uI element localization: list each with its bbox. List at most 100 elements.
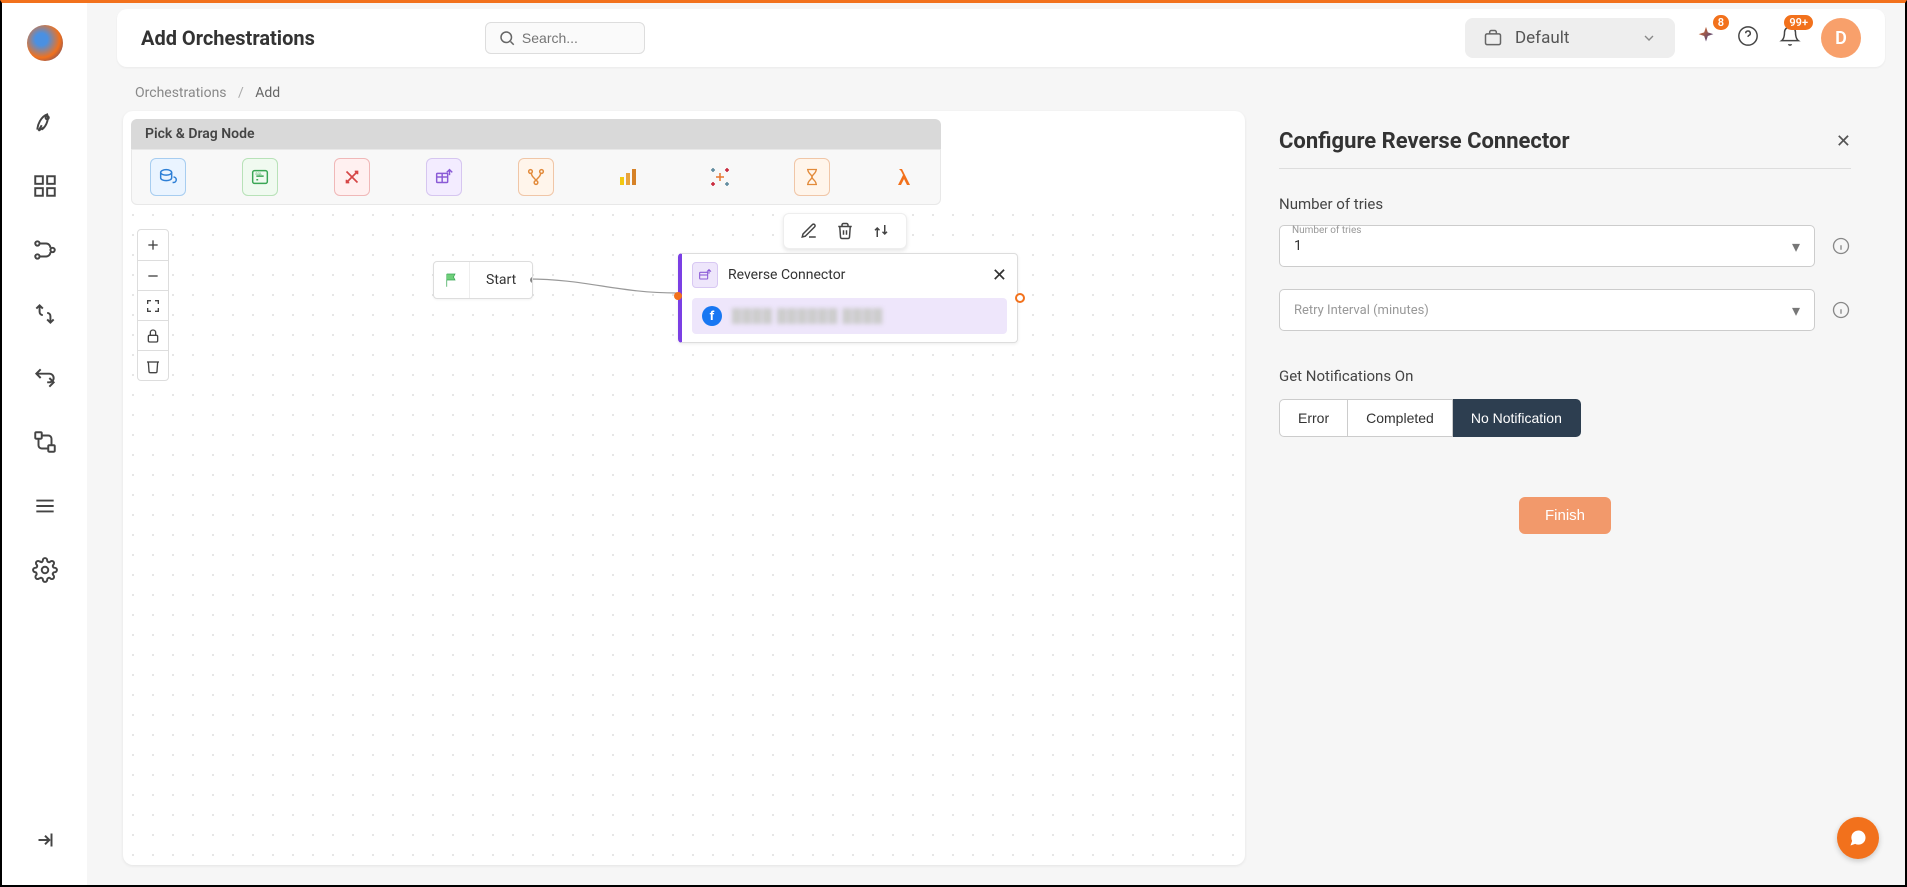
plus-icon: [145, 237, 161, 253]
briefcase-icon: [1483, 28, 1503, 48]
rocket-icon: [32, 109, 58, 135]
swap-icon[interactable]: [872, 222, 890, 240]
transform-icon: [32, 301, 58, 327]
palette-node-source[interactable]: [150, 158, 186, 196]
palette-node-tableau[interactable]: [702, 158, 738, 196]
facebook-icon: f: [702, 306, 722, 326]
minus-icon: [145, 268, 161, 284]
sidebar-collapse[interactable]: [32, 827, 58, 857]
delete-icon[interactable]: [836, 222, 854, 240]
fit-icon: [145, 298, 161, 314]
node-toolbar: [783, 213, 907, 249]
config-panel: Configure Reverse Connector ✕ Number of …: [1245, 111, 1885, 865]
notif-toggle-group: Error Completed No Notification: [1279, 399, 1851, 437]
start-node[interactable]: Start: [433, 261, 533, 299]
retry-interval-select[interactable]: Retry Interval (minutes) ▾: [1279, 289, 1815, 331]
sidebar-item-rocket[interactable]: [2, 109, 87, 135]
edge-start-to-rc: [527, 261, 683, 321]
retry-info-button[interactable]: [1831, 300, 1851, 320]
workspace-dropdown[interactable]: Default: [1465, 18, 1675, 58]
reverse-connector-target-label: ████ ██████ ████: [732, 308, 883, 324]
zoom-out-button[interactable]: [138, 260, 168, 290]
chevron-down-icon: ▾: [1792, 301, 1800, 320]
sidebar-item-flow[interactable]: [2, 429, 87, 455]
tries-value: 1: [1294, 238, 1302, 254]
sidebar: [2, 3, 87, 885]
lambda-icon: [892, 165, 916, 189]
breadcrumb-current: Add: [255, 85, 280, 101]
sidebar-item-dashboard[interactable]: [2, 173, 87, 199]
notif-badge: 99+: [1784, 15, 1813, 30]
flag-icon: [434, 262, 470, 298]
search-input-wrap[interactable]: [485, 22, 645, 54]
palette-node-wait[interactable]: [794, 158, 830, 196]
flow-icon: [32, 429, 58, 455]
app-logo[interactable]: [27, 25, 63, 61]
page-title: Add Orchestrations: [141, 26, 315, 50]
palette-node-sql[interactable]: SQL: [242, 158, 278, 196]
notifications-button[interactable]: 99+: [1779, 25, 1801, 51]
start-label: Start: [470, 272, 532, 288]
reverse-connector-node-icon: [692, 262, 718, 288]
ai-sparkle-button[interactable]: 8: [1695, 25, 1717, 51]
palette-node-reverse[interactable]: [426, 158, 462, 196]
chat-icon: [1848, 828, 1868, 848]
palette-node-powerbi[interactable]: [610, 158, 646, 196]
tableau-icon: [708, 165, 732, 189]
canvas-area[interactable]: Start Reverse Connector ✕: [123, 205, 1245, 865]
node-close-button[interactable]: ✕: [992, 265, 1007, 286]
collapse-icon: [32, 827, 58, 853]
palette-node-transform[interactable]: [334, 158, 370, 196]
finish-button[interactable]: Finish: [1519, 497, 1611, 534]
reverse-icon: [32, 365, 58, 391]
reverse-connector-node[interactable]: Reverse Connector ✕ f ████ ██████ ████: [678, 253, 1018, 343]
list-icon: [32, 493, 58, 519]
avatar[interactable]: D: [1821, 18, 1861, 58]
branch-icon: [525, 166, 547, 188]
breadcrumb: Orchestrations / Add: [87, 67, 1905, 111]
pipeline-icon: [32, 237, 58, 263]
notif-option-completed[interactable]: Completed: [1348, 399, 1453, 437]
search-icon: [498, 29, 516, 47]
reverse-connector-target[interactable]: f ████ ██████ ████: [692, 298, 1007, 334]
powerbi-icon: [616, 165, 640, 189]
cross-arrows-icon: [341, 166, 363, 188]
notif-option-error[interactable]: Error: [1279, 399, 1348, 437]
sidebar-item-pipeline[interactable]: [2, 237, 87, 263]
sidebar-item-settings[interactable]: [2, 557, 87, 583]
clear-button[interactable]: [138, 350, 168, 380]
workspace-label: Default: [1515, 28, 1569, 48]
info-icon: [1832, 237, 1850, 255]
tries-select[interactable]: Number of tries 1 ▾: [1279, 225, 1815, 267]
palette-header: Pick & Drag Node: [131, 119, 941, 149]
sidebar-item-transform[interactable]: [2, 301, 87, 327]
config-panel-close[interactable]: ✕: [1836, 131, 1851, 152]
sidebar-item-list[interactable]: [2, 493, 87, 519]
trash-icon: [145, 358, 161, 374]
search-input[interactable]: [522, 30, 632, 46]
search-box: [485, 22, 645, 54]
help-button[interactable]: [1737, 25, 1759, 51]
sparkle-icon: [1695, 25, 1717, 47]
lock-button[interactable]: [138, 320, 168, 350]
canvas-controls: [137, 229, 169, 381]
breadcrumb-parent[interactable]: Orchestrations: [135, 85, 227, 101]
chevron-down-icon: ▾: [1792, 237, 1800, 256]
palette-row: SQL: [131, 149, 941, 205]
edit-icon[interactable]: [800, 222, 818, 240]
palette-node-branch[interactable]: [518, 158, 554, 196]
help-icon: [1737, 25, 1759, 47]
chevron-down-icon: [1641, 30, 1657, 46]
notif-option-none[interactable]: No Notification: [1453, 399, 1581, 437]
zoom-in-button[interactable]: [138, 230, 168, 260]
grid-icon: [32, 173, 58, 199]
support-chat-button[interactable]: [1837, 817, 1879, 859]
canvas-card: Pick & Drag Node SQL: [123, 111, 1245, 865]
topbar: Add Orchestrations Default: [117, 9, 1885, 67]
sidebar-item-reverse[interactable]: [2, 365, 87, 391]
fit-button[interactable]: [138, 290, 168, 320]
tries-section-label: Number of tries: [1279, 195, 1851, 213]
tries-info-button[interactable]: [1831, 236, 1851, 256]
palette-node-lambda[interactable]: [886, 158, 922, 196]
info-icon: [1832, 301, 1850, 319]
